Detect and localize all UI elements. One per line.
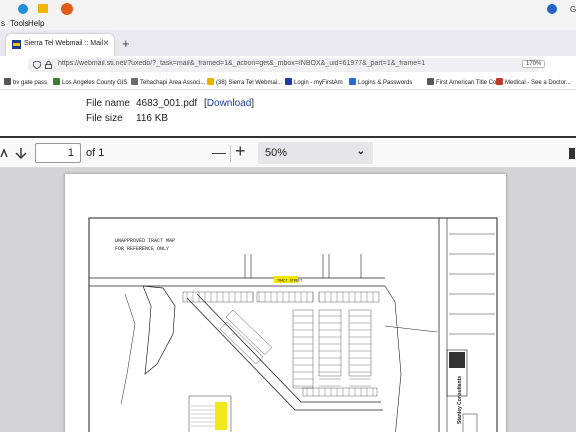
next-page-icon[interactable] bbox=[14, 147, 28, 159]
lock-icon[interactable] bbox=[45, 61, 52, 69]
bookmark-first-american[interactable]: First American Title Co... bbox=[427, 78, 501, 86]
taskbar-strip: G bbox=[0, 0, 576, 18]
pdf-toolbar: 1 of 1 — + 50% ⌄ bbox=[0, 139, 576, 168]
menu-file[interactable]: s bbox=[1, 19, 5, 28]
bookmark-icon bbox=[427, 78, 434, 85]
bookmark-medical[interactable]: Medical - See a Doctor... bbox=[496, 78, 571, 86]
navigation-bar: https://webmail.sti.net/?uxedo/?_task=ma… bbox=[0, 56, 576, 74]
edge-icon bbox=[18, 4, 28, 14]
file-name-value: 4683_001.pdf bbox=[136, 98, 198, 109]
sierra-tel-icon bbox=[12, 40, 21, 49]
tab-webmail[interactable]: Sierra Tel Webmail :: Mail × bbox=[6, 34, 114, 56]
bookmark-logins[interactable]: Logins & Passwords bbox=[349, 78, 412, 86]
file-size-value: 116 KB bbox=[136, 113, 169, 124]
bookmark-sierra-tel[interactable]: (38) Sierra Tel Webmai... bbox=[207, 78, 282, 86]
bookmark-icon bbox=[285, 78, 292, 85]
zoom-select-value: 50% bbox=[265, 147, 288, 159]
file-name-label: File name bbox=[86, 98, 130, 109]
bookmark-bv-gate-pass[interactable]: bv gate pass bbox=[4, 78, 47, 86]
url-bar[interactable]: https://webmail.sti.net/?uxedo/?_task=ma… bbox=[28, 58, 546, 72]
tab-bar: Sierra Tel Webmail :: Mail × + bbox=[0, 30, 576, 56]
zoom-select[interactable]: 50% ⌄ bbox=[258, 142, 373, 164]
bookmarks-toolbar: bv gate pass Los Angeles County GIS Teha… bbox=[0, 74, 576, 90]
url-text[interactable]: https://webmail.sti.net/?uxedo/?_task=ma… bbox=[58, 60, 498, 67]
bookmark-icon bbox=[349, 78, 356, 85]
close-tab-icon[interactable]: × bbox=[103, 38, 109, 49]
download-link[interactable]: Download bbox=[207, 98, 251, 109]
bookmark-la-county-gis[interactable]: Los Angeles County GIS bbox=[53, 78, 127, 86]
menu-bar: s Tools Help bbox=[0, 18, 576, 30]
tools-icon[interactable] bbox=[568, 148, 576, 159]
previous-page-icon[interactable] bbox=[0, 147, 8, 159]
map-title-line1: UNAPPROVED TRACT MAP bbox=[115, 238, 175, 244]
bookmark-myfirstam[interactable]: Login - myFirstAm bbox=[285, 78, 343, 86]
street-label: TRACT STREET bbox=[277, 280, 302, 284]
zoom-in-button[interactable]: + bbox=[235, 141, 246, 162]
tract-map-drawing: UNAPPROVED TRACT MAP FOR REFERENCE ONLY … bbox=[88, 217, 498, 432]
new-tab-button[interactable]: + bbox=[122, 36, 130, 51]
pdf-page: UNAPPROVED TRACT MAP FOR REFERENCE ONLY … bbox=[65, 174, 506, 432]
file-size-label: File size bbox=[86, 113, 123, 124]
chevron-down-icon: ⌄ bbox=[356, 146, 365, 157]
help-icon bbox=[547, 4, 557, 14]
bookmark-tehachapi[interactable]: Tehachapi Area Associ... bbox=[131, 78, 205, 86]
download-link-wrapper: [Download] bbox=[204, 98, 255, 109]
menu-tools[interactable]: Tools bbox=[10, 19, 29, 28]
bookmark-icon bbox=[131, 78, 138, 85]
map-title-line2: FOR REFERENCE ONLY bbox=[115, 246, 169, 252]
svg-text:G: G bbox=[570, 5, 576, 14]
page-number-input[interactable]: 1 bbox=[35, 143, 81, 163]
tab-title: Sierra Tel Webmail :: Mail bbox=[24, 40, 104, 47]
attachment-header: File name 4683_001.pdf [Download] File s… bbox=[0, 90, 576, 138]
folder-icon bbox=[38, 4, 48, 13]
shield-icon[interactable] bbox=[33, 61, 41, 69]
bookmark-icon bbox=[4, 78, 11, 85]
taskbar-icons: G bbox=[18, 3, 576, 15]
bookmark-icon bbox=[53, 78, 60, 85]
menu-help[interactable]: Help bbox=[28, 19, 44, 28]
bookmark-icon bbox=[207, 78, 214, 85]
firm-name: Stanley Consultants bbox=[457, 376, 463, 424]
bookmark-icon bbox=[496, 78, 503, 85]
zoom-out-button[interactable]: — bbox=[212, 144, 226, 160]
pdf-viewer[interactable]: UNAPPROVED TRACT MAP FOR REFERENCE ONLY … bbox=[0, 168, 576, 432]
zoom-indicator[interactable]: 170% bbox=[522, 60, 546, 68]
page-count: of 1 bbox=[86, 147, 105, 159]
firefox-icon bbox=[61, 3, 73, 15]
toolbar-divider bbox=[230, 145, 231, 162]
